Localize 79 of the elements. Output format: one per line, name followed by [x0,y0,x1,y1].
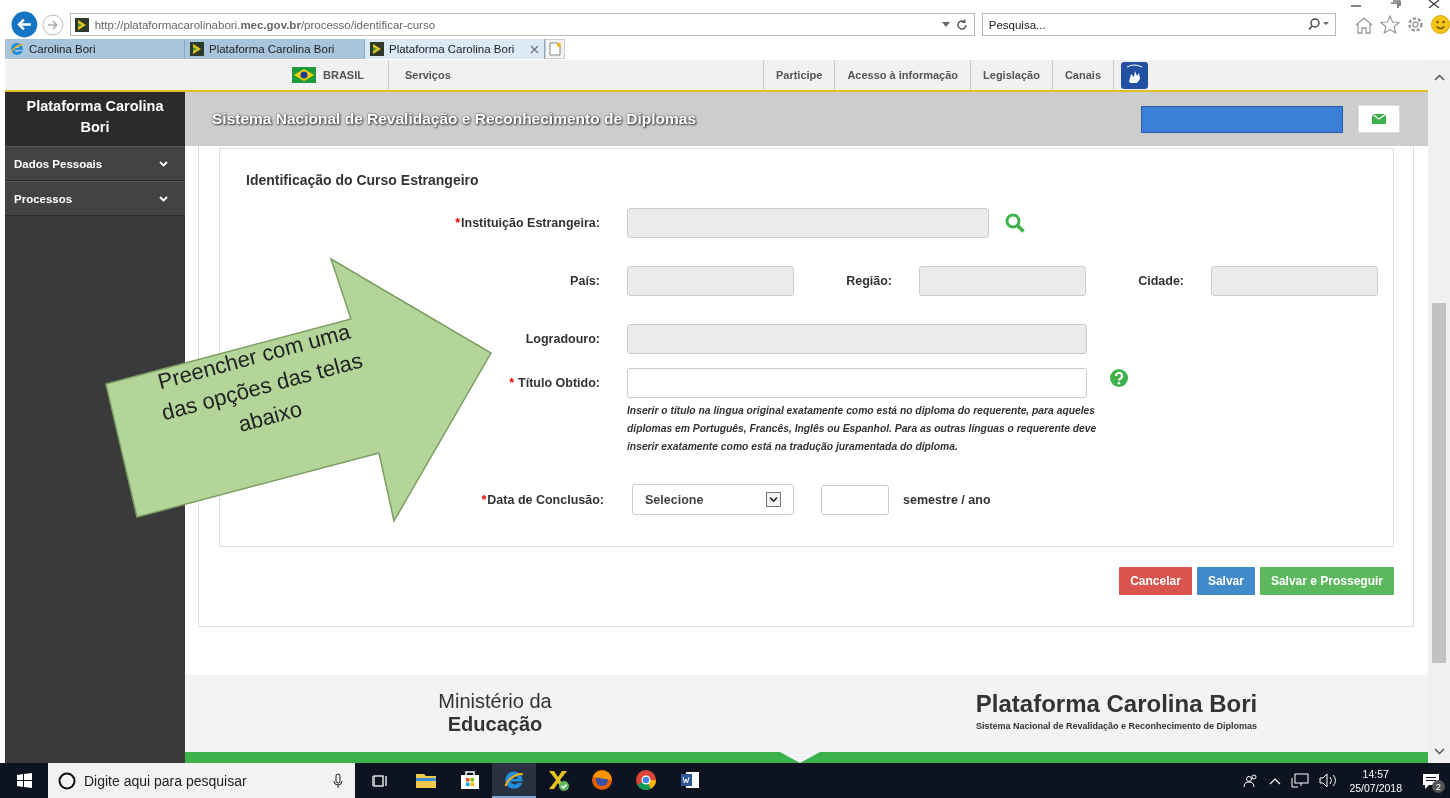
url-text: http://plataformacarolinabori.mec.gov.br/processo/identificar-curso [94,18,437,31]
people-icon[interactable] [1243,773,1260,788]
nav-link[interactable]: Legislação [970,60,1052,90]
help-text: Inserir o título na língua original exatamente como está no diploma do requerente, para aqueles diplomas em Português, Francês, Inglês ou Espanhol. Para as outras línguas o requerente deve inserir exatamente como está na tradução juramentada do diploma. [627,404,1097,454]
required-mark: * [509,376,515,390]
required-mark: * [481,492,487,507]
country-label[interactable]: BRASIL [323,69,364,81]
field-label: Região: [846,274,892,288]
close-icon[interactable] [1428,0,1440,8]
nav-link[interactable]: Acesso à informação [834,60,971,90]
footer-brand: Plataforma Carolina Bori [975,690,1258,718]
fox-globe-icon [590,767,614,792]
site-icon [74,17,89,32]
field-label: Logradouro: [525,332,600,346]
text-field[interactable] [627,368,1087,398]
footer-subtitle: Sistema Nacional de Revalidação e Reconhecimento de Diplomas [975,721,1258,731]
taskbar-app[interactable] [492,763,536,798]
scroll-down-icon[interactable] [1433,748,1445,755]
cortana-icon [58,772,76,790]
nav-link[interactable]: Participe [762,60,835,90]
scrollbar[interactable] [1428,60,1450,763]
sidebar-item[interactable]: Dados Pessoais [5,146,185,181]
help-icon[interactable] [1110,369,1128,387]
section-title: Identificação do Curso Estrangeiro [245,171,480,189]
page-icon [549,42,561,56]
ministry-name: Ministério da [438,690,552,713]
site-icon [190,42,204,56]
header-title: Sistema Nacional de Revalidação e Reconhecimento de Diplomas [212,110,697,128]
clock-date: 25/07/2018 [1349,780,1402,795]
services-link[interactable]: Serviços [387,60,451,90]
callout-text: Preencher com uma das opções das telas abaixo [154,317,367,439]
search-field[interactable]: Digite aqui para pesquisar [48,763,355,798]
semester-select[interactable]: Selecione [632,484,794,515]
chevron-up-icon[interactable] [1269,776,1282,785]
network-icon[interactable] [1291,773,1310,788]
windows-icon [16,773,32,788]
browser-tab[interactable]: Carolina Bori [5,39,185,59]
required-mark: * [455,216,461,230]
site-icon [370,42,384,56]
field-label: Instituição Estrangeira: [461,216,600,230]
search-field[interactable] [1141,105,1343,133]
sidebar-item[interactable]: Processos [5,181,185,216]
dropdown-icon [766,492,781,507]
task-view-icon[interactable] [372,773,388,788]
home-icon[interactable] [1354,15,1374,34]
browser-tab[interactable]: Plataforma Carolina Bori [185,39,365,59]
field-label: Data de Conclusão: [487,492,604,507]
address-bar[interactable]: http://plataformacarolinabori.mec.gov.br/processo/identificar-curso [69,13,975,36]
star-icon[interactable] [1380,15,1400,34]
unit-label: semestre / ano [903,492,991,507]
browser-icon [10,42,24,56]
year-field[interactable] [821,484,889,515]
refresh-icon[interactable] [955,18,968,31]
flag-icon [292,67,316,83]
microphone-icon[interactable] [333,773,343,789]
dropdown-icon[interactable] [941,22,950,27]
envelope-icon [1372,114,1386,124]
scrollbar-thumb[interactable] [1432,303,1446,663]
scroll-up-icon[interactable] [1433,74,1445,81]
clock-time: 14:57 [1362,766,1389,781]
sidebar-title: Plataforma Carolina Bori [5,92,185,146]
search-field[interactable]: Pesquisa... [981,13,1336,36]
field-label: Título Obtido: [518,376,600,390]
field-label: Cidade: [1138,274,1184,288]
ministry-name: Educação [447,713,543,736]
action-button[interactable]: Salvar [1196,567,1255,595]
field-label: País: [570,274,600,288]
round-logo-icon [634,767,658,792]
action-button[interactable]: Cancelar [1119,567,1192,595]
restore-icon[interactable] [1389,0,1401,8]
mail-button[interactable] [1358,105,1400,133]
back-icon[interactable] [11,11,38,38]
volume-icon[interactable] [1319,773,1338,788]
search-icon[interactable] [1308,18,1330,30]
accessibility-icon[interactable] [1121,61,1148,89]
smiley-icon[interactable] [1431,15,1450,34]
browser-tab[interactable]: Plataforma Carolina Bori [365,39,545,59]
nav-link[interactable]: Canais [1051,60,1114,90]
settings-icon[interactable] [1406,15,1425,34]
